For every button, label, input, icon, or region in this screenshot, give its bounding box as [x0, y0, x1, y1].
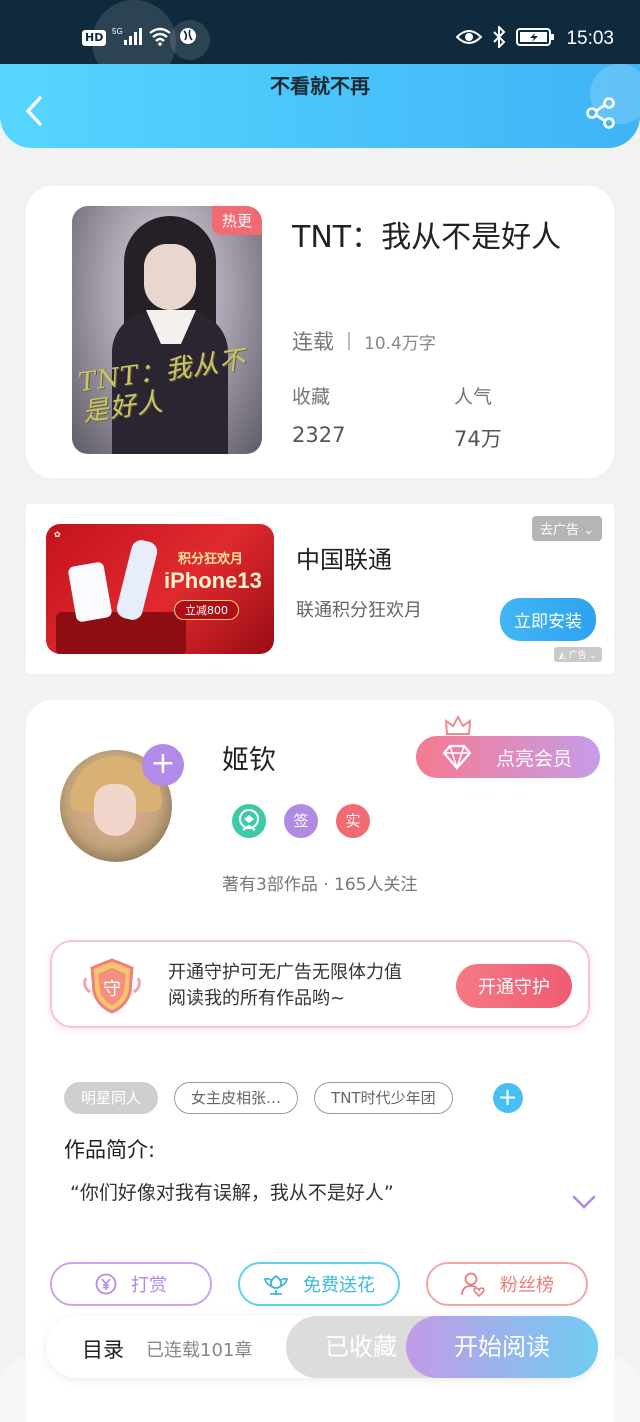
header-title: 不看就不再 [270, 74, 370, 98]
flower-icon [263, 1274, 289, 1295]
diamond-icon [442, 744, 472, 770]
book-info-card: TNT：我从不是好人 热更 TNT：我从不是好人 连载 10.4万字 收藏 23… [26, 186, 614, 478]
fan-ranking-button[interactable]: 粉丝榜 [426, 1262, 588, 1306]
cover-calligraphy: TNT：我从不是好人 [76, 345, 248, 428]
author-name: 姬钦 [222, 745, 276, 776]
ad-advertiser: 中国联通 [296, 546, 392, 574]
divider [348, 332, 350, 350]
book-title: TNT：我从不是好人 [292, 220, 562, 255]
free-flower-button[interactable]: 免费送花 [238, 1262, 400, 1306]
favorites-value: 2327 [292, 423, 346, 447]
share-icon [586, 97, 615, 129]
chevron-down-icon: ⌄ [583, 523, 594, 538]
level-badge-icon [232, 804, 266, 838]
word-count: 10.4万字 [364, 333, 436, 354]
popularity-value: 74万 [454, 427, 502, 451]
follow-plus-button[interactable]: + [142, 744, 184, 786]
clock: 15:03 [566, 28, 614, 49]
eye-icon [456, 28, 483, 50]
ad-description: 联通积分狂欢月 [296, 600, 422, 621]
author-card: + 姬钦 签 实 著有3部作品 · 165人关注 点亮会员 守 开通守护可无广告… [26, 700, 614, 1422]
intro-text: “你们好像对我有误解，我从不是好人” [70, 1182, 394, 1204]
chapter-count: 已连载101章 [146, 1340, 253, 1361]
ad-image-product: iPhone13 [164, 568, 262, 593]
bottom-action-bar: 目录 已连载101章 已收藏 开始阅读 [46, 1316, 598, 1378]
ad-image-headline: 积分狂欢月 [178, 552, 244, 567]
hd-indicator: HD [82, 30, 107, 46]
ad-image-discount: 立减800 [174, 600, 239, 620]
yen-icon [95, 1273, 117, 1295]
book-status-row: 连载 10.4万字 [292, 326, 436, 356]
guard-description: 开通守护可无广告无限体力值 阅读我的所有作品哟~ [168, 962, 402, 1009]
verified-badge: 实 [336, 804, 370, 838]
book-cover[interactable]: TNT：我从不是好人 热更 [72, 206, 262, 454]
tag-item[interactable]: 女主皮相张… [174, 1082, 299, 1114]
svg-text:守: 守 [103, 979, 121, 1000]
ad-card[interactable]: ✿ 积分狂欢月 iPhone13 立减800 中国联通 联通积分狂欢月 去广告 … [26, 504, 614, 674]
signed-badge: 签 [284, 804, 318, 838]
tip-button[interactable]: 打赏 [50, 1262, 212, 1306]
start-reading-button[interactable]: 开始阅读 [406, 1316, 598, 1378]
open-guard-button[interactable]: 开通守护 [456, 964, 572, 1008]
top-header: 不看就不再 [0, 64, 640, 148]
hot-update-badge: 热更 [211, 206, 262, 235]
battery-icon [516, 27, 556, 51]
chevron-left-icon [26, 96, 42, 126]
serial-status: 连载 [292, 330, 334, 354]
shield-icon: 守 [83, 958, 141, 1014]
add-tag-button[interactable]: + [492, 1083, 523, 1113]
bluetooth-icon [492, 24, 506, 52]
globe-icon [178, 26, 198, 50]
status-bar: HD 5G 15:03 [0, 0, 640, 84]
user-heart-icon [461, 1272, 485, 1297]
install-button[interactable]: 立即安装 [500, 598, 596, 641]
favorites-stat: 收藏 2327 [292, 382, 345, 447]
remove-ad-button[interactable]: 去广告 ⌄ [531, 516, 602, 541]
author-stats: 著有3部作品 · 165人关注 [222, 875, 418, 895]
tag-list: 明星同人 女主皮相张… TNT时代少年团 + [64, 1082, 523, 1114]
svg-text:5G: 5G [112, 27, 123, 36]
crown-icon [444, 714, 472, 735]
toc-button[interactable]: 目录 [82, 1334, 124, 1364]
vip-button-label: 点亮会员 [495, 747, 572, 770]
ad-image[interactable]: ✿ 积分狂欢月 iPhone13 立减800 [46, 524, 274, 654]
tag-item[interactable]: TNT时代少年团 [314, 1082, 453, 1114]
tag-item[interactable]: 明星同人 [64, 1082, 159, 1114]
intro-heading: 作品简介: [64, 1138, 156, 1162]
back-button[interactable] [18, 94, 52, 128]
popularity-label: 人气 [454, 386, 493, 408]
wifi-icon [148, 26, 172, 50]
guard-banner[interactable]: 守 开通守护可无广告无限体力值 阅读我的所有作品哟~ 开通守护 [50, 940, 590, 1028]
favorites-label: 收藏 [292, 386, 331, 408]
ad-label: ◭ 广告 ⌄ [553, 647, 602, 662]
unicom-logo: ✿ [54, 530, 61, 539]
author-badges: 签 实 [232, 804, 370, 838]
popularity-stat: 人气 74万 [454, 382, 502, 453]
share-button[interactable] [584, 96, 618, 130]
expand-chevron-icon[interactable] [572, 1194, 596, 1210]
vip-button[interactable]: 点亮会员 [416, 736, 600, 778]
action-buttons: 打赏 免费送花 粉丝榜 [50, 1262, 588, 1306]
signal-icon: 5G [112, 26, 143, 50]
